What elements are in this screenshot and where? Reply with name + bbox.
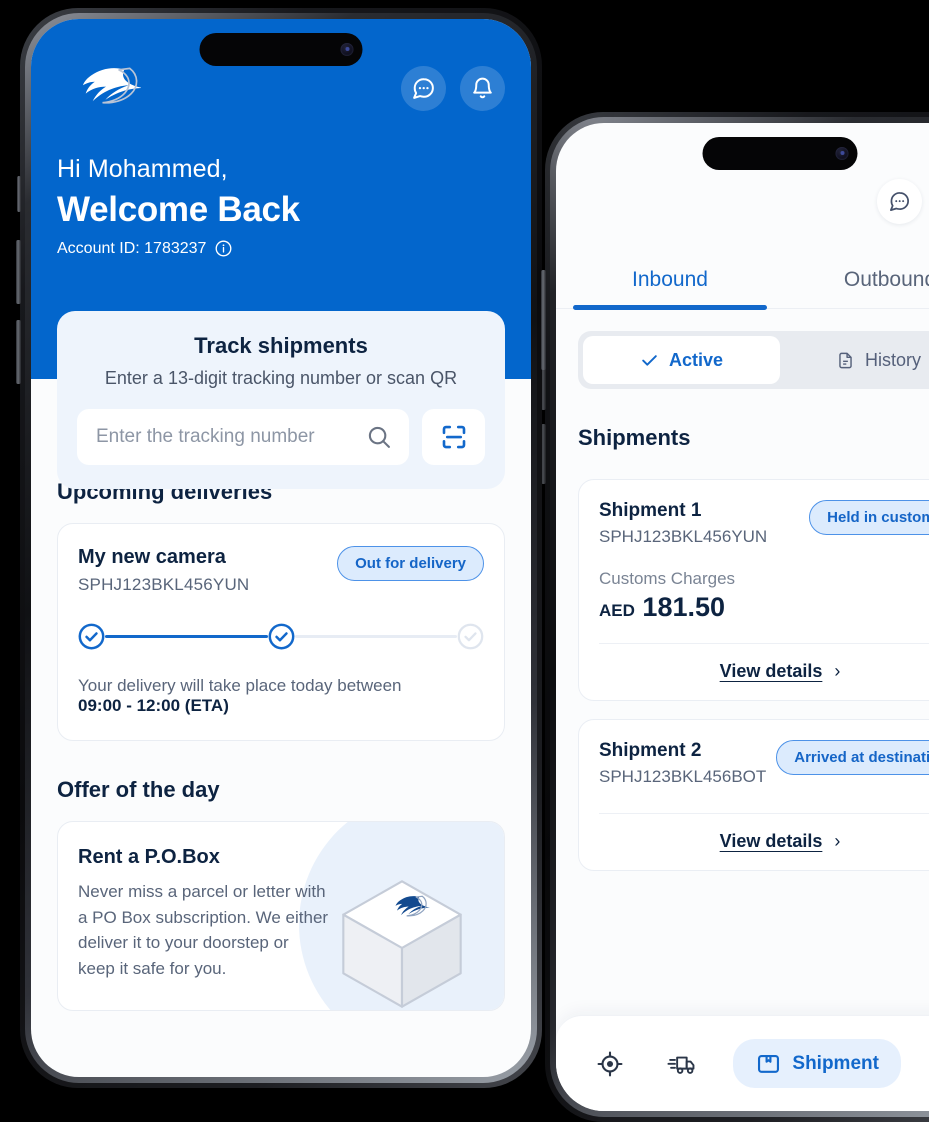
shipment-tracking-number: SPHJ123BKL456YUN [599, 527, 768, 546]
active-history-segmented-control: Active History [578, 331, 929, 389]
tracking-number-placeholder: Enter the tracking number [96, 426, 315, 447]
package-box-icon [758, 1055, 780, 1073]
shipment-name: Shipment 2 [599, 740, 702, 761]
delivery-card-top: My new camera SPHJ123BKL456YUN Out for d… [78, 546, 484, 595]
search-icon[interactable] [365, 423, 393, 451]
chat-bubble-icon [890, 192, 909, 211]
segment-history[interactable]: History [780, 336, 929, 384]
shipment-card-top: Shipment 1 SPHJ123BKL456YUN Held in cust… [599, 500, 929, 547]
shipment-card-info: Shipment 1 SPHJ123BKL456YUN [599, 500, 767, 547]
delivery-card-info: My new camera SPHJ123BKL456YUN [78, 546, 249, 595]
track-location-icon [597, 1051, 623, 1076]
amount-value: 181.50 [642, 592, 726, 622]
page-title: Welcome Back [57, 190, 300, 229]
tab-outbound[interactable]: Outbound [780, 268, 929, 308]
qr-scan-icon [442, 425, 465, 449]
delivery-eta: Your delivery will take place today betw… [78, 676, 484, 716]
customs-charges-amount: AED 181.50 [599, 592, 929, 623]
bell-icon [473, 77, 492, 98]
track-shipments-title: Track shipments [194, 333, 368, 358]
offer-of-the-day-title: Offer of the day [57, 777, 220, 802]
offer-description: Never miss a parcel or letter with a PO … [78, 882, 329, 978]
shipment-card[interactable]: Shipment 1 SPHJ123BKL456YUN Held in cust… [578, 479, 929, 701]
progress-step-pending-icon [457, 623, 484, 650]
nav-item-track[interactable] [588, 1039, 632, 1089]
delivery-tracking-number: SPHJ123BKL456YUN [78, 575, 250, 594]
progress-line-pending [294, 634, 457, 639]
tab-outbound-label: Outbound [843, 268, 929, 291]
nav-item-shipment[interactable]: Shipment [733, 1039, 901, 1088]
qr-scan-button[interactable] [422, 409, 485, 465]
info-circle-icon[interactable] [214, 239, 233, 258]
progress-step-done-icon [78, 623, 105, 650]
tracking-number-input[interactable]: Enter the tracking number [77, 409, 409, 465]
tab-inbound-label: Inbound [632, 268, 708, 291]
upcoming-delivery-card[interactable]: My new camera SPHJ123BKL456YUN Out for d… [57, 523, 505, 741]
segment-active-label: Active [668, 349, 724, 370]
chat-bubble-icon-button[interactable] [877, 179, 922, 224]
chevron-right-icon: › [834, 661, 841, 681]
phone-device-shipments: Inbound Outbound Active History Shipment… [541, 112, 929, 1122]
track-shipments-card: Track shipments Enter a 13-digit trackin… [57, 311, 505, 489]
phone-device-home: Hi Mohammed, Welcome Back Account ID: 17… [16, 8, 546, 1088]
segment-active[interactable]: Active [583, 336, 780, 384]
currency-label: AED [599, 601, 635, 620]
bell-icon-button[interactable] [460, 65, 505, 111]
delivery-eta-line1: Your delivery will take place today betw… [78, 676, 402, 695]
account-id-label: Account ID: 1783237 [57, 239, 207, 257]
track-input-row: Enter the tracking number [77, 409, 485, 465]
falcon-logo-icon [82, 67, 141, 104]
chat-bubble-icon [413, 77, 434, 99]
account-id-row: Account ID: 1783237 [57, 239, 505, 258]
delivery-truck-icon [667, 1056, 695, 1074]
nav-item-shipment-label: Shipment [792, 1052, 879, 1074]
phone1-volume-down-button[interactable] [16, 320, 21, 384]
delivery-progress-tracker [78, 623, 484, 650]
shipments-list-header: Shipments [556, 389, 929, 461]
shipments-title: Shipments [578, 425, 691, 450]
phone1-mute-button[interactable] [17, 176, 21, 212]
shipment-card-info: Shipment 2 SPHJ123BKL456BOT [599, 740, 766, 787]
greeting-text: Hi Mohammed, [57, 155, 228, 183]
status-badge: Arrived at destination Hub [776, 740, 929, 775]
shipment-tracking-number: SPHJ123BKL456BOT [599, 767, 767, 786]
status-badge: Out for delivery [337, 546, 484, 581]
view-details-label: View details [719, 831, 823, 851]
shipment-name: Shipment 1 [599, 500, 702, 521]
track-shipments-subtitle: Enter a 13-digit tracking number or scan… [104, 368, 458, 388]
check-icon [642, 354, 657, 366]
front-camera-icon [340, 43, 354, 56]
po-box-parcel-icon [342, 880, 462, 1008]
progress-step-done-icon [268, 623, 294, 650]
phone2-screen: Inbound Outbound Active History Shipment… [556, 123, 929, 1111]
bottom-navigation-bar: Shipment [556, 1015, 929, 1111]
nav-item-delivery[interactable] [659, 1037, 706, 1090]
chevron-right-icon: › [834, 831, 841, 851]
phone1-dynamic-island [199, 33, 363, 66]
header-actions [401, 65, 505, 111]
inbound-outbound-tabs: Inbound Outbound [556, 268, 929, 310]
segment-history-label: History [864, 349, 921, 370]
view-details-button[interactable]: View details › [599, 644, 929, 700]
tab-inbound[interactable]: Inbound [560, 268, 780, 310]
shipment-card[interactable]: Shipment 2 SPHJ123BKL456BOT Arrived at d… [578, 719, 929, 871]
front-camera-icon [835, 147, 849, 160]
shipment-card-top: Shipment 2 SPHJ123BKL456BOT Arrived at d… [599, 740, 929, 787]
customs-charges-label: Customs Charges [599, 569, 736, 588]
phone1-power-button[interactable] [541, 270, 546, 370]
phone1-screen: Hi Mohammed, Welcome Back Account ID: 17… [31, 19, 531, 1077]
view-details-label: View details [719, 661, 823, 681]
document-icon [839, 352, 852, 368]
delivery-item-name: My new camera [78, 546, 226, 568]
phone2-dynamic-island [702, 137, 858, 170]
offer-card[interactable]: Rent a P.O.Box Never miss a parcel or le… [57, 821, 505, 1011]
chat-bubble-icon-button[interactable] [401, 65, 446, 111]
phone1-volume-up-button[interactable] [16, 240, 21, 304]
view-details-button[interactable]: View details › [599, 814, 929, 870]
status-badge: Held in customs [809, 500, 929, 535]
delivery-eta-line2: 09:00 - 12:00 (ETA) [78, 696, 229, 715]
progress-line-done [105, 634, 268, 639]
